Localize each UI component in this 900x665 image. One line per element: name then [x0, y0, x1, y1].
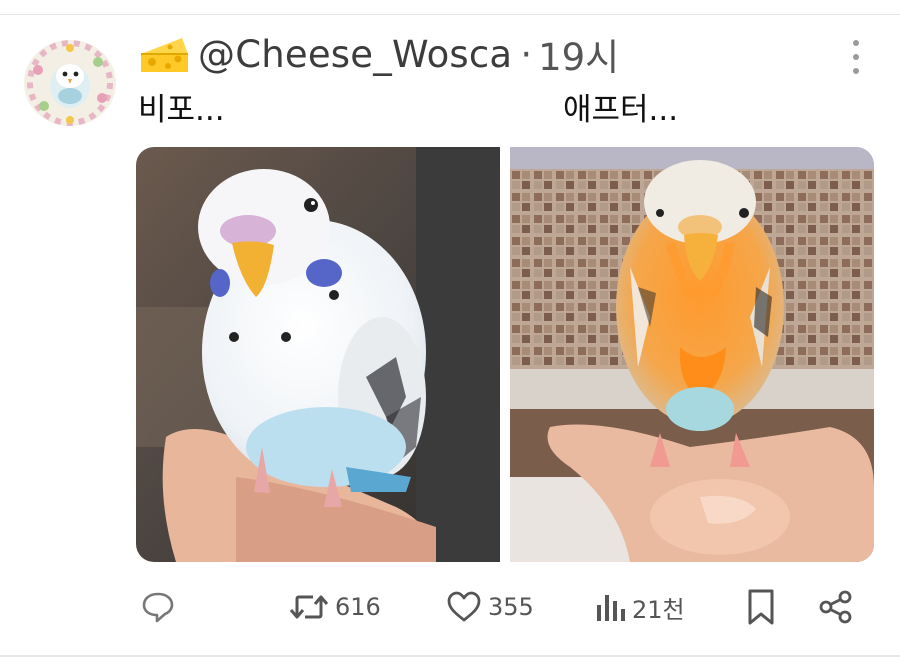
reply-icon [142, 592, 174, 623]
action-bar: 616 355 21천 [0, 585, 900, 629]
post-media[interactable] [136, 147, 874, 562]
like-button[interactable]: 355 [446, 585, 534, 629]
bookmark-button[interactable] [745, 585, 777, 629]
avatar[interactable] [24, 40, 116, 126]
views-count: 21천 [632, 595, 685, 624]
bookmark-icon [748, 589, 774, 625]
top-divider [0, 14, 900, 15]
post-header: @Cheese_Wosca · 19시 [138, 27, 619, 81]
more-dots-icon[interactable] [846, 40, 866, 74]
meta-separator: · [520, 32, 533, 76]
reply-button[interactable] [140, 585, 176, 629]
like-count: 355 [488, 593, 534, 621]
views-icon [597, 595, 625, 621]
retweet-count: 616 [335, 593, 381, 621]
bottom-divider [0, 655, 900, 657]
photo-after[interactable] [510, 147, 874, 562]
retweet-button[interactable]: 616 [289, 585, 381, 629]
retweet-icon [289, 595, 329, 619]
caption-before: 비포... [138, 92, 225, 128]
share-icon [819, 590, 852, 624]
photo-before[interactable] [136, 147, 500, 562]
heart-icon [447, 591, 481, 622]
post-time[interactable]: 19시 [538, 27, 619, 81]
author-handle[interactable]: @Cheese_Wosca [198, 33, 512, 76]
cheese-emoji-icon [141, 38, 188, 72]
caption-after: 애프터... [563, 92, 679, 128]
views-button[interactable]: 21천 [594, 585, 685, 629]
share-button[interactable] [818, 585, 854, 629]
